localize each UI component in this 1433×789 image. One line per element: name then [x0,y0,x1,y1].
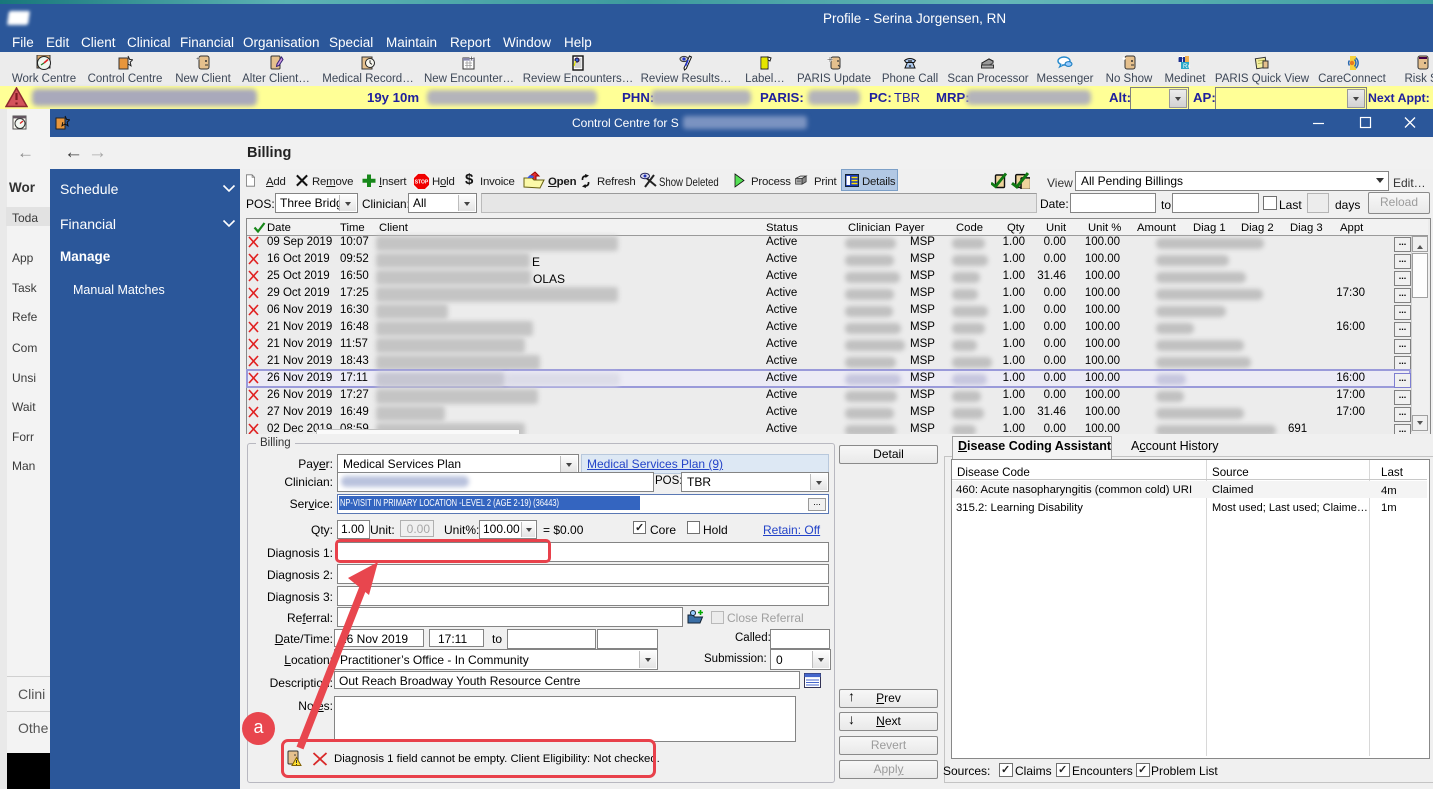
svg-text:Rx: Rx [1183,64,1190,70]
svg-text:STOP: STOP [415,179,429,185]
